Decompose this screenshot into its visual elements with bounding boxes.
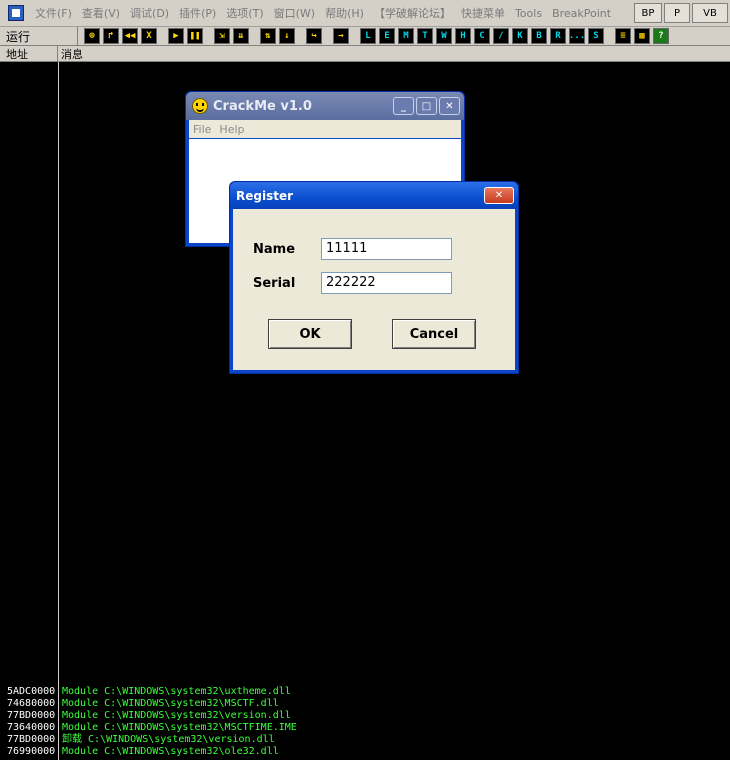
- smiley-icon: [192, 98, 208, 114]
- log-message: Module C:\WINDOWS\system32\ole32.dll: [62, 746, 279, 757]
- log-message: Module C:\WINDOWS\system32\version.dll: [62, 710, 291, 721]
- close-program-icon[interactable]: X: [141, 28, 157, 44]
- register-titlebar[interactable]: Register ✕: [230, 182, 518, 209]
- handles-window-icon[interactable]: H: [455, 28, 471, 44]
- log-message: Module C:\WINDOWS\system32\uxtheme.dll: [62, 686, 291, 697]
- crackme-menubar: File Help: [189, 120, 461, 138]
- ok-button[interactable]: OK: [268, 319, 352, 349]
- list-icon[interactable]: ≡: [615, 28, 631, 44]
- run-icon[interactable]: ▶: [168, 28, 184, 44]
- log-row[interactable]: 76990000 Module C:\WINDOWS\system32\ole32…: [0, 746, 730, 758]
- log-list: 5ADC0000 Module C:\WINDOWS\system32\uxthe…: [0, 686, 730, 758]
- crackme-title: CrackMe v1.0: [213, 98, 312, 114]
- log-message: 卸载 C:\WINDOWS\system32\version.dll: [62, 734, 275, 745]
- log-message: Module C:\WINDOWS\system32\MSCTFIME.IME: [62, 722, 297, 733]
- close-icon[interactable]: ✕: [484, 187, 514, 204]
- menu-shortcuts[interactable]: 快捷菜单: [456, 5, 510, 21]
- help-icon[interactable]: ?: [653, 28, 669, 44]
- goto-icon[interactable]: →: [333, 28, 349, 44]
- address-column-header[interactable]: 地址: [0, 46, 58, 61]
- log-window-icon[interactable]: L: [360, 28, 376, 44]
- log-row[interactable]: 77BD0000 卸载 C:\WINDOWS\system32\version.d…: [0, 734, 730, 746]
- trace-over-icon[interactable]: ↓: [279, 28, 295, 44]
- step-into-icon[interactable]: ⇲: [214, 28, 230, 44]
- log-row[interactable]: 5ADC0000 Module C:\WINDOWS\system32\uxthe…: [0, 686, 730, 698]
- log-address: 74680000: [7, 698, 56, 709]
- menu-plugins[interactable]: 插件(P): [174, 5, 221, 21]
- run-status: 运行: [0, 27, 78, 45]
- log-address: 77BD0000: [7, 710, 56, 721]
- column-divider[interactable]: [58, 62, 59, 760]
- name-field[interactable]: 11111: [321, 238, 452, 260]
- menu-file[interactable]: 文件(F): [30, 5, 77, 21]
- serial-label: Serial: [253, 276, 296, 291]
- vb-button[interactable]: VB: [692, 3, 728, 23]
- bp-button[interactable]: BP: [634, 3, 662, 23]
- minimize-icon[interactable]: _: [393, 97, 414, 115]
- cpu-window-icon[interactable]: C: [474, 28, 490, 44]
- name-label: Name: [253, 242, 296, 257]
- maximize-icon[interactable]: □: [416, 97, 437, 115]
- source-window-icon[interactable]: S: [588, 28, 604, 44]
- call-stack-window-icon[interactable]: K: [512, 28, 528, 44]
- patches-window-icon[interactable]: /: [493, 28, 509, 44]
- crackme-titlebar[interactable]: CrackMe v1.0 _ □ ✕: [186, 92, 464, 120]
- cancel-button[interactable]: Cancel: [392, 319, 476, 349]
- run-trace-window-icon[interactable]: ...: [569, 28, 585, 44]
- register-title: Register: [236, 188, 294, 203]
- open-icon[interactable]: ⊕: [84, 28, 100, 44]
- step-over-icon[interactable]: ⇊: [233, 28, 249, 44]
- app-icon[interactable]: [8, 5, 24, 21]
- windows-window-icon[interactable]: W: [436, 28, 452, 44]
- log-address: 77BD0000: [7, 734, 56, 745]
- menu-debug[interactable]: 调试(D): [125, 5, 174, 21]
- menu-forum[interactable]: 【学破解论坛】: [369, 5, 456, 21]
- log-message: Module C:\WINDOWS\system32\MSCTF.dll: [62, 698, 279, 709]
- grid-icon[interactable]: ▦: [634, 28, 650, 44]
- references-window-icon[interactable]: R: [550, 28, 566, 44]
- modules-window-icon[interactable]: E: [379, 28, 395, 44]
- pause-icon[interactable]: ❚❚: [187, 28, 203, 44]
- log-address: 73640000: [7, 722, 56, 733]
- p-button[interactable]: P: [664, 3, 690, 23]
- threads-window-icon[interactable]: T: [417, 28, 433, 44]
- log-row[interactable]: 74680000 Module C:\WINDOWS\system32\MSCTF…: [0, 698, 730, 710]
- execute-till-return-icon[interactable]: ↪: [306, 28, 322, 44]
- register-client-area: Name 11111 Serial 222222 OK Cancel: [233, 209, 515, 370]
- menu-view[interactable]: 查看(V): [77, 5, 125, 21]
- menu-window[interactable]: 窗口(W): [269, 5, 320, 21]
- menu-options[interactable]: 选项(T): [221, 5, 268, 21]
- crackme-menu-help[interactable]: Help: [215, 123, 248, 136]
- log-row[interactable]: 73640000 Module C:\WINDOWS\system32\MSCTF…: [0, 722, 730, 734]
- log-column-header: 地址 消息: [0, 46, 730, 62]
- serial-field[interactable]: 222222: [321, 272, 452, 294]
- log-address: 76990000: [7, 746, 56, 757]
- memory-window-icon[interactable]: M: [398, 28, 414, 44]
- log-address: 5ADC0000: [7, 686, 56, 697]
- menu-tools[interactable]: Tools: [510, 7, 547, 20]
- menu-breakpoint[interactable]: BreakPoint: [547, 7, 616, 20]
- debug-toolbar: 运行 ⊕ ↱ ◀◀ X ▶ ❚❚ ⇲ ⇊ ⇅ ↓ ↪ → L E M T W H…: [0, 27, 730, 46]
- breakpoints-window-icon[interactable]: B: [531, 28, 547, 44]
- close-icon[interactable]: ✕: [439, 97, 460, 115]
- restart-icon[interactable]: ↱: [103, 28, 119, 44]
- register-dialog: Register ✕ Name 11111 Serial 222222 OK C…: [229, 181, 519, 374]
- main-menubar: 文件(F) 查看(V) 调试(D) 插件(P) 选项(T) 窗口(W) 帮助(H…: [0, 0, 730, 27]
- trace-into-icon[interactable]: ⇅: [260, 28, 276, 44]
- message-column-header[interactable]: 消息: [58, 46, 83, 61]
- crackme-menu-file[interactable]: File: [189, 123, 215, 136]
- menu-help[interactable]: 帮助(H): [320, 5, 369, 21]
- log-row[interactable]: 77BD0000 Module C:\WINDOWS\system32\versi…: [0, 710, 730, 722]
- rewind-icon[interactable]: ◀◀: [122, 28, 138, 44]
